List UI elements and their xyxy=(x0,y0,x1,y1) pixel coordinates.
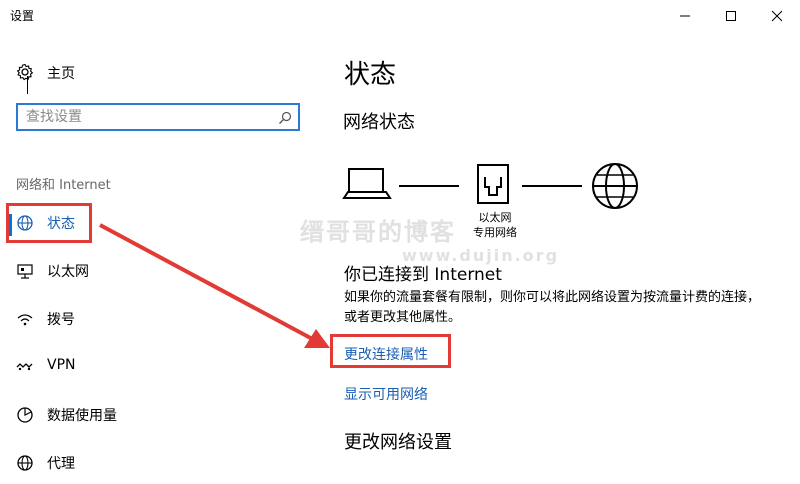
connection-line xyxy=(399,185,459,187)
sidebar-item-data-usage[interactable]: 数据使用量 xyxy=(0,396,320,432)
title-bar: 设置 xyxy=(0,0,800,32)
sidebar-item-label: 主页 xyxy=(47,66,75,82)
router-label-line1: 以太网 xyxy=(478,211,512,224)
close-button[interactable] xyxy=(754,0,800,32)
text-caret xyxy=(27,76,28,94)
sidebar-item-proxy[interactable]: 代理 xyxy=(0,444,320,480)
sidebar-item-label: 代理 xyxy=(47,456,75,472)
page-title: 状态 xyxy=(344,60,397,90)
router-label: 以太网 专用网络 xyxy=(470,210,520,240)
vpn-icon xyxy=(16,358,34,376)
close-icon xyxy=(771,10,783,22)
main-content: 状态 网络状态 以太网 专用网络 缙哥哥的博客 www.dujin.org 你已… xyxy=(300,32,800,484)
show-available-networks-link[interactable]: 显示可用网络 xyxy=(344,384,428,404)
connection-line xyxy=(522,185,582,187)
router-label-line2: 专用网络 xyxy=(473,226,517,239)
search-icon[interactable] xyxy=(278,110,292,129)
sidebar-item-label: 拨号 xyxy=(47,312,75,328)
sidebar-item-vpn[interactable]: VPN xyxy=(0,348,320,384)
connected-description: 如果你的流量套餐有限制，则你可以将此网络设置为按流量计费的连接，或者更改其他属性… xyxy=(344,290,761,325)
sidebar-item-dialup[interactable]: 拨号 xyxy=(0,300,320,336)
section-label: 网络和 Internet xyxy=(16,178,111,193)
globe-icon xyxy=(590,161,640,215)
globe-icon xyxy=(16,454,34,472)
sidebar-item-label: 以太网 xyxy=(47,264,89,280)
minimize-icon xyxy=(679,10,691,22)
maximize-button[interactable] xyxy=(708,0,754,32)
maximize-icon xyxy=(725,10,737,22)
data-usage-icon xyxy=(16,406,34,424)
router-icon xyxy=(476,163,510,211)
laptop-icon xyxy=(342,165,392,209)
sidebar-item-label: 数据使用量 xyxy=(47,408,117,424)
ethernet-icon xyxy=(16,262,34,280)
sidebar-item-ethernet[interactable]: 以太网 xyxy=(0,252,320,288)
connected-title: 你已连接到 Internet xyxy=(344,265,502,285)
annotation-box-status xyxy=(6,203,92,243)
gear-icon xyxy=(16,63,34,85)
minimize-button[interactable] xyxy=(662,0,708,32)
sidebar-item-home[interactable]: 主页 xyxy=(0,58,320,86)
window-title: 设置 xyxy=(10,9,35,23)
network-status-heading: 网络状态 xyxy=(343,112,415,133)
search-box[interactable] xyxy=(16,103,300,131)
dialup-icon xyxy=(16,310,34,328)
watermark-text: 缙哥哥的博客 xyxy=(300,218,456,246)
sidebar: 主页 网络和 Internet 状态 xyxy=(0,32,320,484)
search-input[interactable] xyxy=(26,108,266,126)
annotation-box-change-properties xyxy=(330,334,451,368)
change-network-settings-heading: 更改网络设置 xyxy=(344,432,452,453)
sidebar-item-label: VPN xyxy=(47,357,76,373)
